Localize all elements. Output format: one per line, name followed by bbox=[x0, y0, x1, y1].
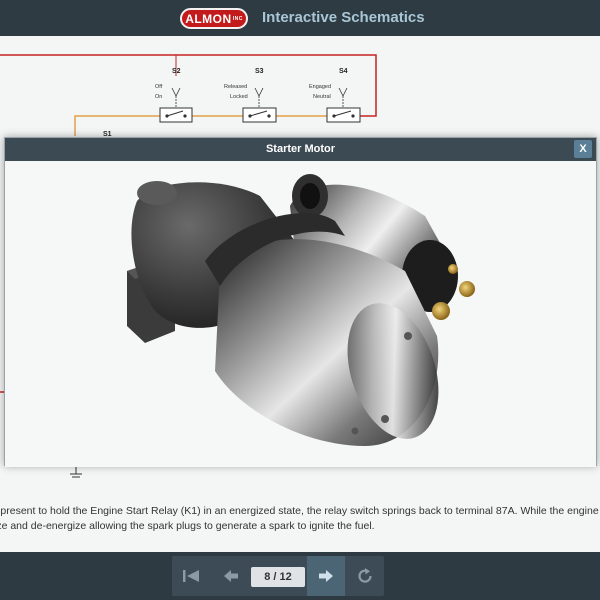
description-line-2: ize and de-energize allowing the spark p… bbox=[0, 520, 375, 532]
replay-button[interactable] bbox=[346, 556, 384, 596]
nav-controls: 8 / 12 bbox=[172, 556, 384, 596]
modal-titlebar: Starter Motor X bbox=[5, 138, 596, 161]
switch-s2-label: S2 bbox=[172, 68, 181, 75]
replay-icon bbox=[358, 568, 372, 583]
switch-s3-bottom: Locked bbox=[230, 94, 248, 100]
switch-s4[interactable] bbox=[326, 87, 361, 123]
description-line-1: r present to hold the Engine Start Relay… bbox=[0, 505, 599, 517]
modal-body bbox=[5, 161, 596, 467]
switch-s3-label: S3 bbox=[255, 68, 264, 75]
page-indicator: 8 / 12 bbox=[251, 567, 305, 587]
switch-s2-top: Off bbox=[155, 84, 163, 90]
previous-button[interactable] bbox=[212, 556, 250, 596]
switch-s4-label: S4 bbox=[339, 68, 348, 75]
modal-title: Starter Motor bbox=[265, 143, 336, 155]
first-page-button[interactable] bbox=[172, 556, 210, 596]
switch-s4-top: Engaged bbox=[309, 84, 332, 90]
logo-text: ALMON bbox=[185, 11, 232, 26]
previous-icon bbox=[224, 570, 238, 582]
app-header: ALMON INC Interactive Schematics bbox=[0, 0, 600, 36]
app-title: Interactive Schematics bbox=[262, 9, 425, 26]
footer-nav: 8 / 12 bbox=[0, 552, 600, 600]
logo-sup: INC bbox=[232, 15, 243, 22]
switch-s4-bottom: Neutral bbox=[313, 94, 331, 100]
next-button[interactable] bbox=[307, 556, 345, 596]
starter-motor-image bbox=[127, 174, 475, 446]
description-panel: r present to hold the Engine Start Relay… bbox=[0, 482, 600, 552]
first-page-icon bbox=[183, 570, 199, 582]
switch-s3[interactable] bbox=[242, 87, 277, 123]
switch-s2[interactable] bbox=[159, 87, 193, 123]
almon-logo: ALMON INC bbox=[180, 8, 248, 29]
modal-close-button[interactable]: X bbox=[574, 140, 592, 158]
starter-motor-modal: Starter Motor X bbox=[4, 137, 597, 467]
switch-s2-bottom: On bbox=[155, 94, 163, 100]
next-icon bbox=[319, 570, 333, 582]
switch-s3-top: Released bbox=[224, 84, 248, 90]
